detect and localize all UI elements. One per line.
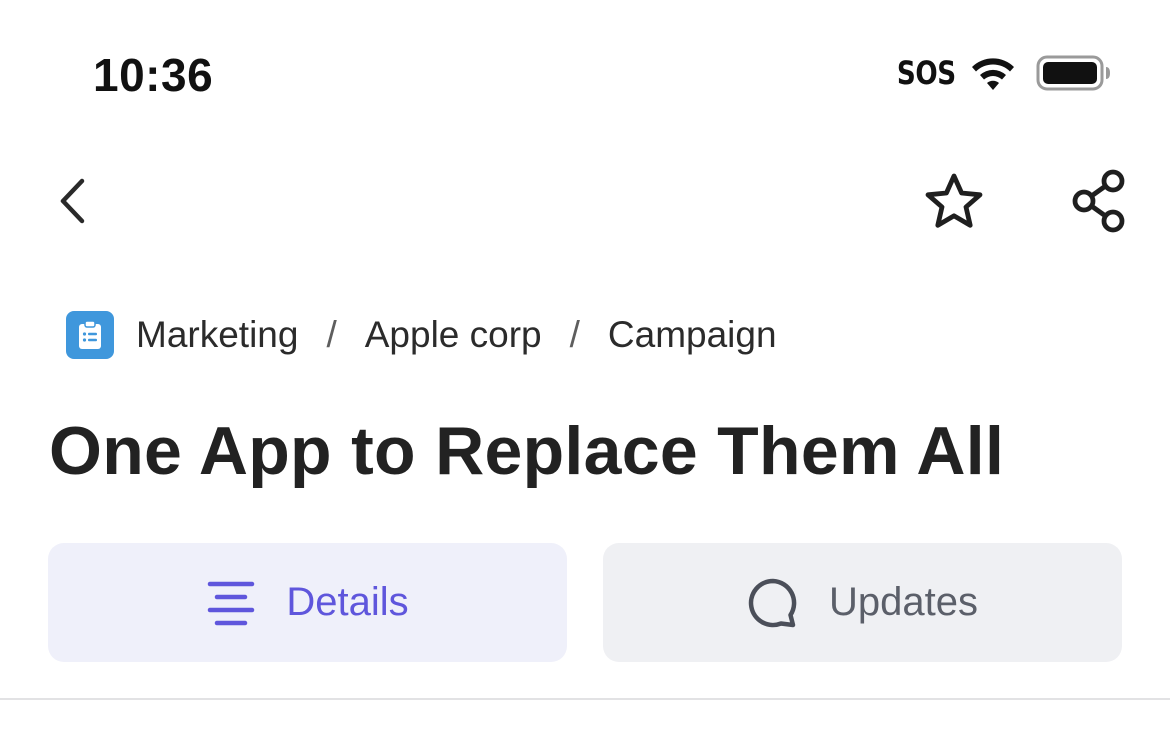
divider bbox=[0, 698, 1170, 700]
status-time: 10:36 bbox=[93, 49, 214, 101]
favorite-button[interactable] bbox=[918, 168, 990, 236]
wifi-icon bbox=[968, 54, 1018, 92]
breadcrumb: Marketing / Apple corp / Campaign bbox=[66, 308, 777, 362]
status-indicators: SOS bbox=[884, 54, 1112, 92]
breadcrumb-item-marketing[interactable]: Marketing bbox=[136, 314, 298, 356]
screen: 10:36 SOS Marketing / Apple corp / Campa… bbox=[0, 0, 1170, 744]
sos-indicator: SOS bbox=[897, 54, 956, 92]
breadcrumb-separator: / bbox=[326, 314, 337, 355]
page-title: One App to Replace Them All bbox=[49, 413, 1005, 489]
star-icon bbox=[925, 173, 983, 228]
battery-icon bbox=[1036, 54, 1112, 92]
chevron-left-icon bbox=[60, 178, 85, 224]
share-icon bbox=[1072, 169, 1125, 233]
breadcrumb-separator: / bbox=[569, 314, 580, 355]
share-button[interactable] bbox=[1066, 166, 1132, 236]
breadcrumb-item-campaign[interactable]: Campaign bbox=[608, 314, 777, 356]
tab-updates[interactable]: Updates bbox=[603, 543, 1122, 662]
tab-details[interactable]: Details bbox=[48, 543, 567, 662]
back-button[interactable] bbox=[42, 168, 102, 234]
breadcrumb-item-apple-corp[interactable]: Apple corp bbox=[365, 314, 542, 356]
clipboard-icon bbox=[66, 311, 114, 359]
lines-icon bbox=[206, 580, 256, 626]
tab-updates-label: Updates bbox=[829, 580, 978, 624]
chat-bubble-icon bbox=[747, 577, 799, 629]
tab-details-label: Details bbox=[286, 580, 409, 624]
